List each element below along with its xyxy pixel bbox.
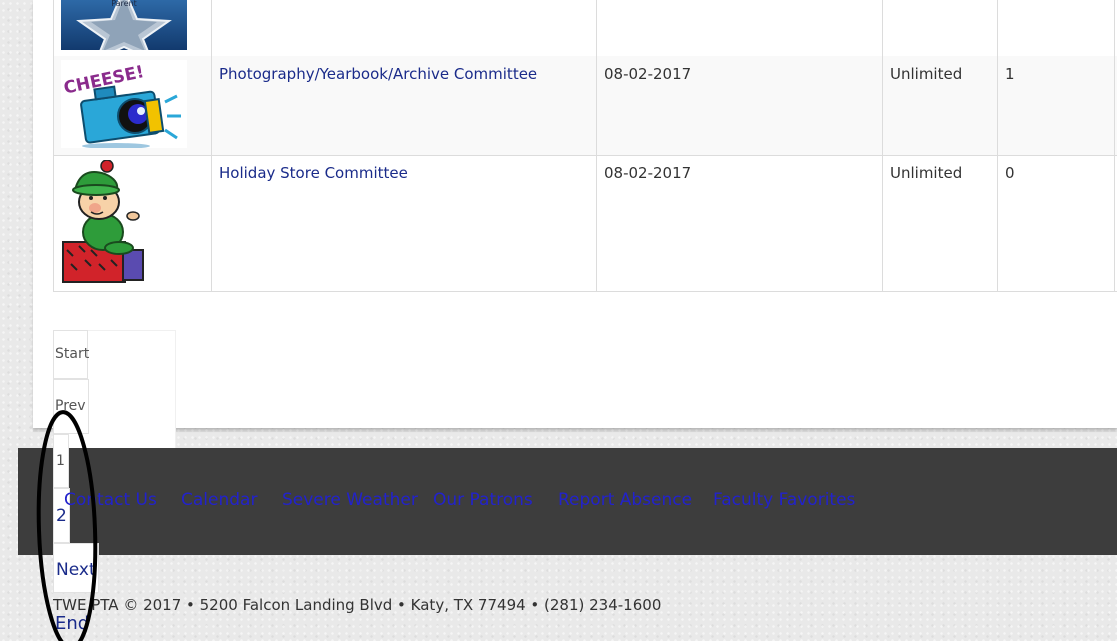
event-link[interactable]: Holiday Store Committee bbox=[219, 164, 408, 182]
table-row: Holiday Store Committee 08-02-2017 Unlim… bbox=[53, 155, 1117, 292]
pagination-start-button[interactable]: Start bbox=[53, 330, 90, 379]
event-slots-cell: Unlimited bbox=[882, 56, 997, 155]
pagination-start-label: Start bbox=[55, 346, 90, 362]
event-date-cell: 08-02-2017 bbox=[596, 155, 882, 291]
table-row: CHEESE! Photography/Yearbook/Archive Com… bbox=[53, 56, 1117, 156]
event-image-cell: CHEESE! bbox=[53, 56, 211, 155]
footer-link-report-absence[interactable]: Report Absence bbox=[558, 490, 692, 510]
event-name-cell: Photography/Yearbook/Archive Committee bbox=[211, 56, 596, 155]
pagination-page-1-label: 1 bbox=[56, 453, 65, 469]
pagination-next-label: Next bbox=[56, 560, 96, 580]
panel-shadow bbox=[33, 428, 1117, 432]
pagination-end-button[interactable]: End bbox=[55, 613, 89, 634]
pagination-next-button[interactable]: Next bbox=[53, 543, 99, 593]
pagination-prev-label: Prev bbox=[55, 398, 86, 414]
parent-star-image: Parent bbox=[61, 0, 187, 50]
pagination-prev-button[interactable]: Prev bbox=[53, 379, 89, 434]
pagination-page-1[interactable]: 1 bbox=[53, 434, 69, 488]
camera-cheese-image: CHEESE! bbox=[61, 60, 187, 148]
event-image-cell: Parent bbox=[53, 0, 211, 56]
footer-link-severe-weather[interactable]: Severe Weather bbox=[282, 490, 418, 510]
event-slots-cell: Unlimited bbox=[882, 155, 997, 291]
event-date-cell: 08-02-2017 bbox=[596, 56, 882, 155]
elf-image bbox=[61, 160, 145, 286]
footer-copyright: TWE PTA © 2017 • 5200 Falcon Landing Blv… bbox=[53, 596, 662, 614]
table-row: Parent bbox=[53, 0, 1117, 57]
event-count-cell bbox=[997, 0, 1114, 56]
footer-link-contact-us[interactable]: Contact Us bbox=[64, 490, 157, 510]
badge-text: Parent bbox=[111, 0, 137, 8]
event-count-cell: 1 bbox=[997, 56, 1114, 155]
footer-link-calendar[interactable]: Calendar bbox=[181, 490, 257, 510]
event-name-cell: Holiday Store Committee bbox=[211, 155, 596, 291]
footer-link-our-patrons[interactable]: Our Patrons bbox=[433, 490, 533, 510]
event-slots-cell bbox=[882, 0, 997, 56]
event-name-cell bbox=[211, 0, 596, 56]
event-link[interactable]: Photography/Yearbook/Archive Committee bbox=[219, 65, 537, 83]
event-image-cell bbox=[53, 155, 211, 291]
event-count-cell: 0 bbox=[997, 155, 1114, 291]
event-date-cell bbox=[596, 0, 882, 56]
footer-link-faculty-favorites[interactable]: Faculty Favorites bbox=[713, 490, 855, 510]
